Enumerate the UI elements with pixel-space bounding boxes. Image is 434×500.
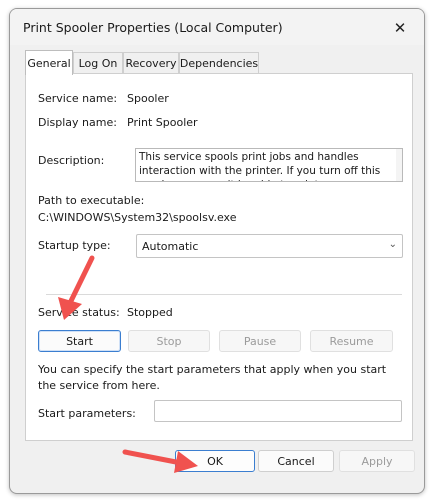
service-name-value: Spooler xyxy=(127,92,169,105)
description-textbox[interactable]: This service spools print jobs and handl… xyxy=(135,148,403,182)
stop-button-label: Stop xyxy=(156,334,182,348)
service-status-value: Stopped xyxy=(127,306,173,319)
description-label: Description: xyxy=(38,154,105,167)
startup-type-value: Automatic xyxy=(142,240,199,253)
resume-button-label: Resume xyxy=(329,334,374,348)
title-bar: Print Spooler Properties (Local Computer… xyxy=(10,9,424,45)
tab-label: Recovery xyxy=(125,56,177,70)
tab-label: General xyxy=(27,56,71,70)
start-button-label: Start xyxy=(66,334,93,348)
pause-button[interactable]: Pause xyxy=(219,330,301,352)
section-divider xyxy=(46,294,402,295)
start-parameters-note: You can specify the start parameters tha… xyxy=(38,363,387,392)
apply-button-label: Apply xyxy=(361,454,393,468)
chevron-down-icon: ⌄ xyxy=(388,239,397,250)
start-parameters-input[interactable] xyxy=(154,400,402,422)
display-name-value: Print Spooler xyxy=(127,116,198,129)
service-name-label: Service name: xyxy=(38,92,118,105)
startup-type-select[interactable]: Automatic ⌄ xyxy=(136,234,403,258)
path-value: C:\WINDOWS\System32\spoolsv.exe xyxy=(38,211,237,224)
stop-button[interactable]: Stop xyxy=(128,330,210,352)
ok-button[interactable]: OK xyxy=(175,450,255,472)
start-button[interactable]: Start xyxy=(38,330,121,352)
description-text: This service spools print jobs and handl… xyxy=(139,151,382,181)
tab-log-on[interactable]: Log On xyxy=(73,52,123,73)
start-parameters-label: Start parameters: xyxy=(38,407,136,420)
apply-button[interactable]: Apply xyxy=(339,450,415,472)
path-label: Path to executable: xyxy=(38,194,145,207)
pause-button-label: Pause xyxy=(243,334,277,348)
display-name-label: Display name: xyxy=(38,116,117,129)
tab-label: Log On xyxy=(78,56,118,70)
general-panel: Service name: Spooler Display name: Prin… xyxy=(25,73,413,441)
service-status-label: Service status: xyxy=(38,306,120,319)
window-title: Print Spooler Properties (Local Computer… xyxy=(23,20,283,35)
cancel-button[interactable]: Cancel xyxy=(258,450,334,472)
tab-recovery[interactable]: Recovery xyxy=(123,52,179,73)
ok-button-label: OK xyxy=(207,454,223,468)
close-icon[interactable]: ✕ xyxy=(388,17,412,39)
description-scrollbar[interactable] xyxy=(396,149,402,181)
tab-label: Dependencies xyxy=(179,56,259,70)
startup-type-label: Startup type: xyxy=(38,239,111,252)
cancel-button-label: Cancel xyxy=(277,454,315,468)
tab-general[interactable]: General xyxy=(25,50,73,75)
resume-button[interactable]: Resume xyxy=(310,330,393,352)
tab-dependencies[interactable]: Dependencies xyxy=(179,52,259,73)
properties-dialog: Print Spooler Properties (Local Computer… xyxy=(9,8,425,494)
